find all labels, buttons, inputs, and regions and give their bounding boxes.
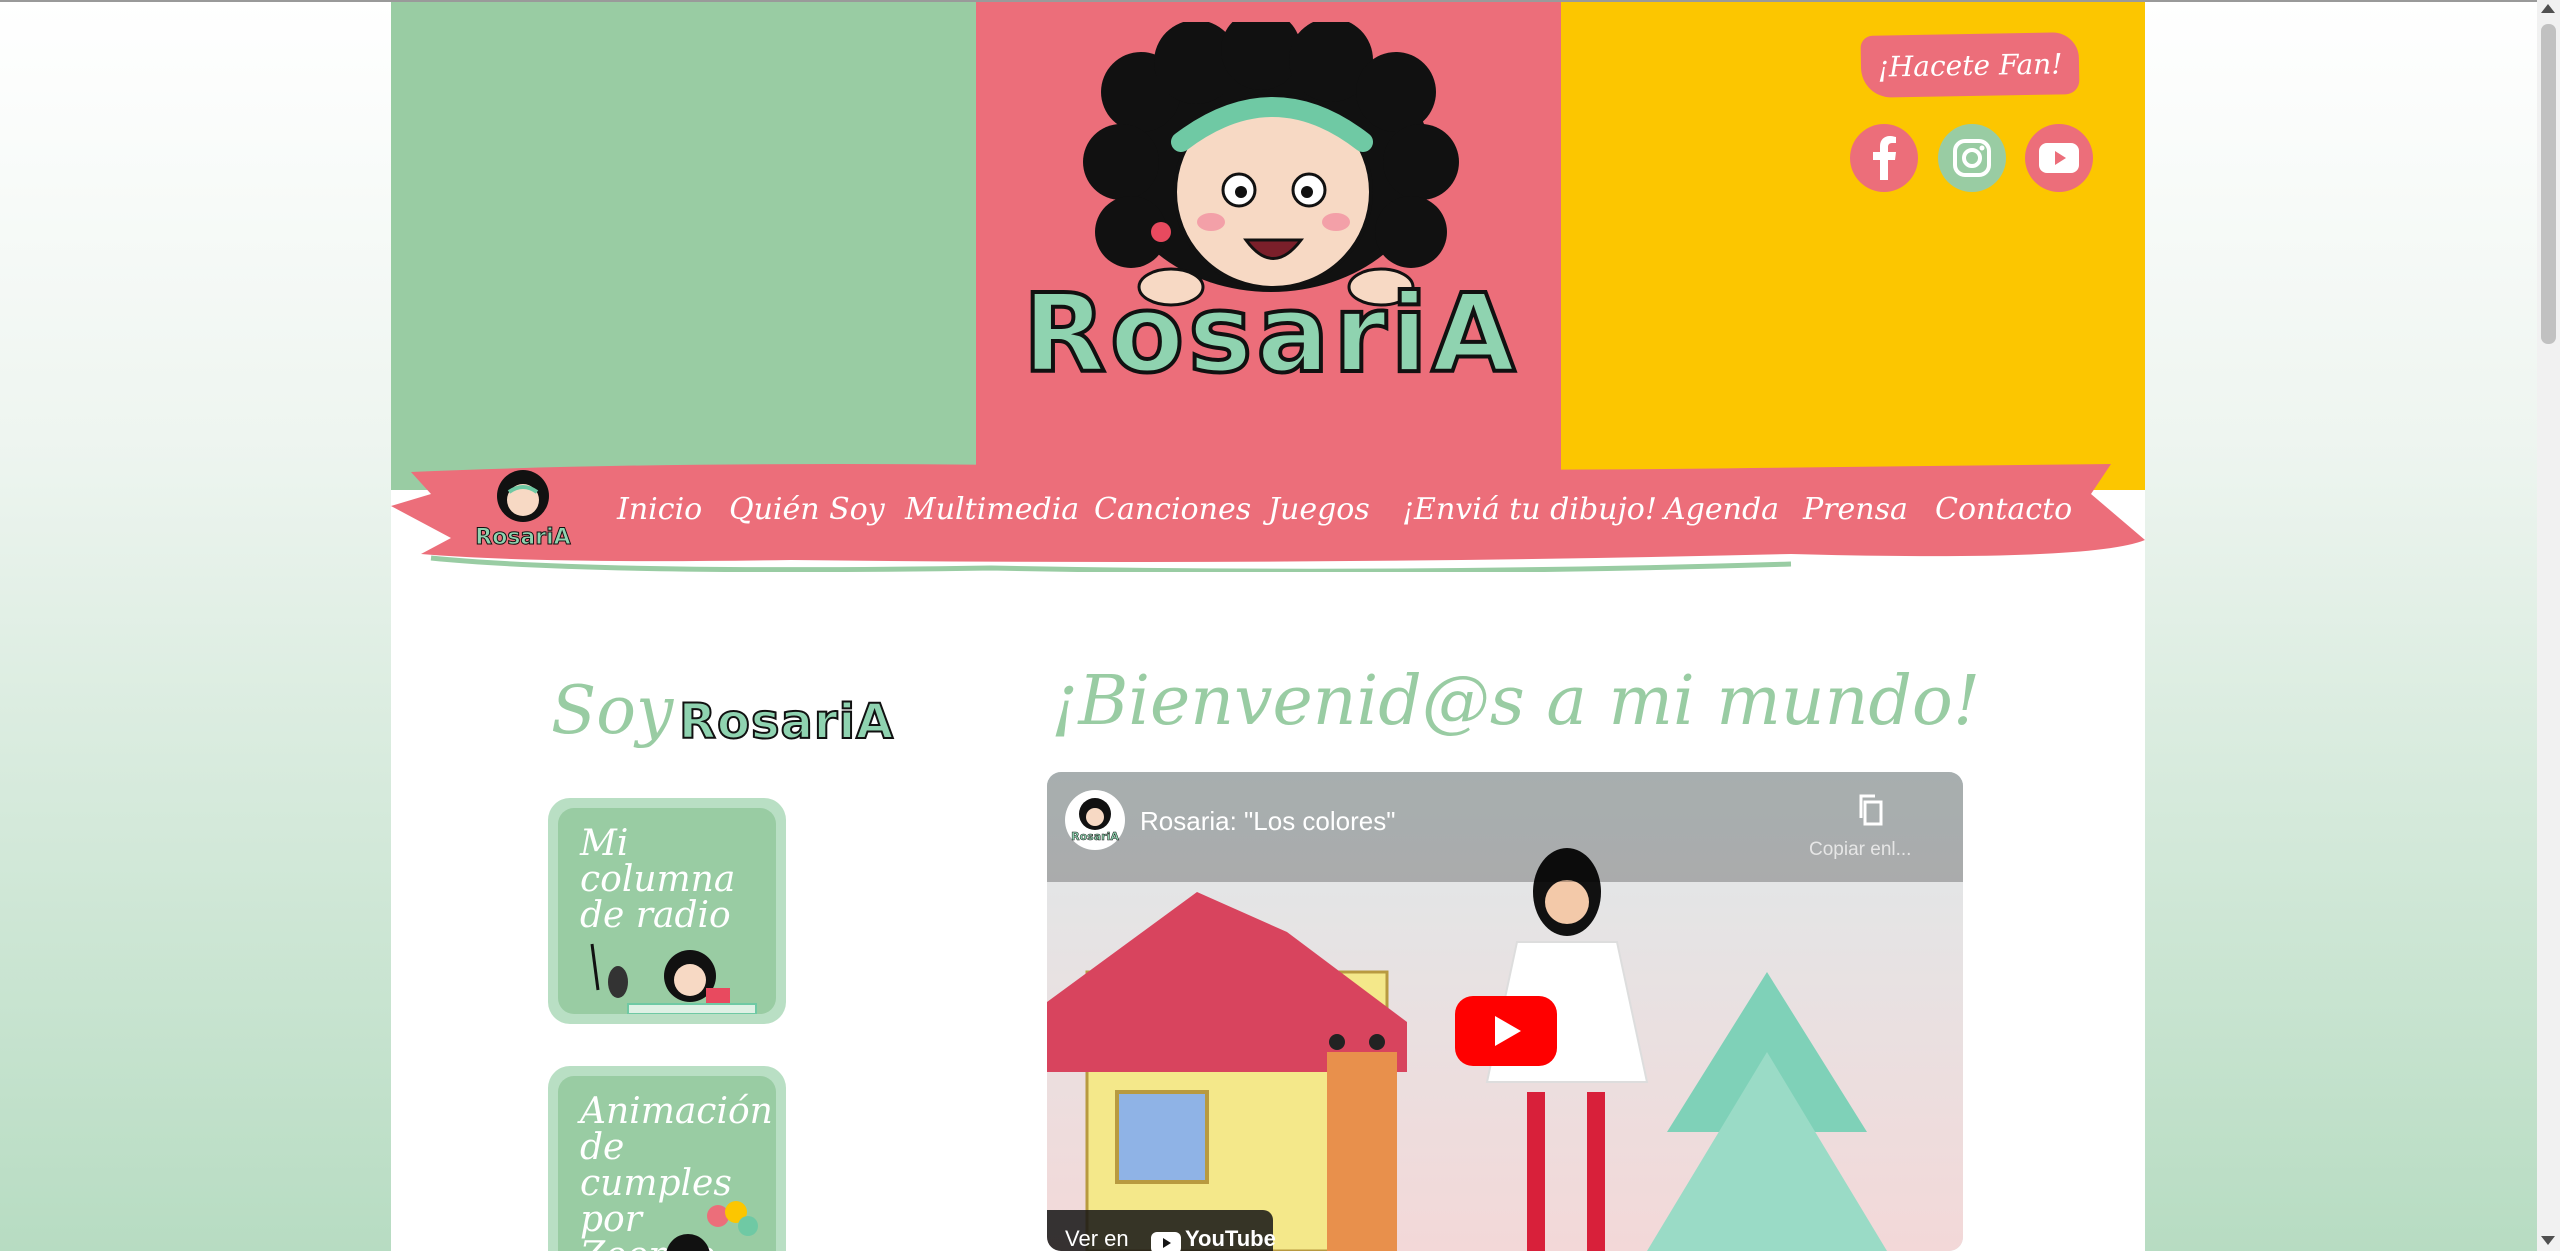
nav-item-contacto[interactable]: Contacto <box>1935 492 2072 527</box>
nav-item-canciones[interactable]: Canciones <box>1094 492 1251 527</box>
youtube-link[interactable] <box>2025 124 2093 192</box>
svg-text:RosariA: RosariA <box>1071 830 1119 843</box>
scroll-up-arrow-icon[interactable] <box>2541 4 2555 13</box>
rosaria-wordmark: RosariA <box>1021 270 1520 399</box>
youtube-play-icon <box>1455 996 1557 1066</box>
instagram-icon <box>1953 139 1991 177</box>
header-band-green <box>391 2 976 490</box>
youtube-logo-icon <box>1151 1232 1181 1251</box>
welcome-heading: ¡Bienvenid@s a mi mundo! <box>1051 662 1981 741</box>
card-radio-inner: Mi columna de radio <box>558 808 776 1014</box>
scrollbar-thumb[interactable] <box>2541 24 2556 344</box>
card-radio-column[interactable]: Mi columna de radio <box>548 798 786 1024</box>
copy-link-button[interactable] <box>1855 790 1889 830</box>
card-cumples-zoom[interactable]: Animación de cumples por Zoom o vivo <box>548 1066 786 1251</box>
channel-avatar-logo: RosariA <box>1071 798 1120 843</box>
radio-illustration <box>590 943 757 1014</box>
instagram-link[interactable] <box>1938 124 2006 192</box>
fan-badge[interactable]: ¡Hacete Fan! <box>1860 32 2080 98</box>
youtube-icon <box>2039 143 2079 173</box>
copy-link-label[interactable]: Copiar enl... <box>1809 839 1911 861</box>
video-title[interactable]: Rosaria: "Los colores" <box>1140 806 1395 837</box>
scroll-down-arrow-icon[interactable] <box>2541 1236 2555 1245</box>
youtube-wordmark: YouTube <box>1185 1226 1276 1251</box>
hero-logo[interactable]: RosariA <box>1011 10 1531 452</box>
watch-on-label: Ver en <box>1065 1226 1129 1251</box>
facebook-icon <box>1873 136 1896 180</box>
sidebar-heading-wordmark: RosariA <box>678 693 895 751</box>
card-radio-title: Mi columna de radio <box>580 823 736 936</box>
rosaria-mini-logo: RosariA <box>475 470 571 551</box>
nav-item-inicio[interactable]: Inicio <box>617 492 702 527</box>
svg-text:RosariA: RosariA <box>475 525 570 550</box>
facebook-link[interactable] <box>1850 124 1918 192</box>
nav-item-prensa[interactable]: Prensa <box>1803 492 1908 527</box>
nav-item-envia-dibujo[interactable]: ¡Enviá tu dibujo! <box>1402 492 1657 527</box>
nav-item-multimedia[interactable]: Multimedia <box>905 492 1079 527</box>
channel-avatar[interactable]: RosariA <box>1065 790 1125 850</box>
main-nav: RosariA Inicio Quién Soy Multimedia Canc… <box>391 454 2145 572</box>
nav-item-juegos[interactable]: Juegos <box>1268 492 1370 527</box>
card-cumples-inner: Animación de cumples por Zoom o vivo <box>558 1076 776 1251</box>
nav-item-agenda[interactable]: Agenda <box>1664 492 1779 527</box>
watch-on-youtube-button[interactable]: Ver en YouTube <box>1047 1210 1276 1251</box>
page-container: RosariA ¡Hacete Fan! RosariA Inicio Quié… <box>391 2 2145 1251</box>
sidebar-heading-prefix: Soy <box>551 672 674 749</box>
nav-home-logo[interactable]: RosariA <box>473 466 573 552</box>
copy-link-icon <box>1859 794 1883 826</box>
youtube-video-embed[interactable]: RosariA Rosaria: "Los colores" Copiar en… <box>1047 772 1963 1251</box>
play-button[interactable] <box>1455 996 1557 1066</box>
balloons-illustration <box>666 1201 758 1251</box>
nav-item-quien-soy[interactable]: Quién Soy <box>729 492 885 527</box>
